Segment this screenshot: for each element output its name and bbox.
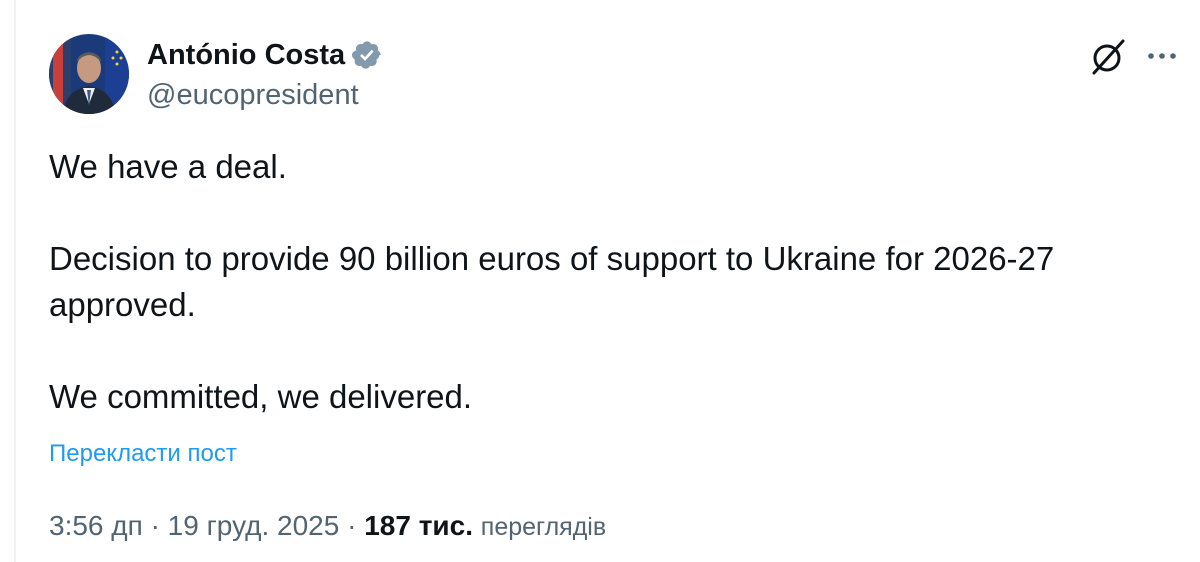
author-handle[interactable]: @eucopresident <box>147 76 359 114</box>
views-count: 187 тис. <box>364 510 473 541</box>
grok-icon[interactable] <box>1087 36 1129 78</box>
tweet-paragraph: We have a deal. <box>49 148 287 185</box>
tweet-date[interactable]: 19 груд. 2025 <box>168 510 340 541</box>
views-label: переглядів <box>480 513 607 541</box>
author-name-text[interactable]: António Costa <box>147 36 345 74</box>
tweet-time[interactable]: 3:56 дп <box>49 510 143 541</box>
tweet-meta: 3:56 дп · 19 груд. 2025 · 187 тис. перег… <box>49 508 606 545</box>
more-horizontal-icon[interactable] <box>1144 40 1180 76</box>
left-border <box>14 0 16 562</box>
meta-separator: · <box>150 510 160 541</box>
tweet-paragraph: Decision to provide 90 billion euros of … <box>49 240 1055 323</box>
author-name[interactable]: António Costa <box>147 36 383 74</box>
verified-badge-icon <box>352 41 381 69</box>
translate-post-link[interactable]: Перекласти пост <box>49 439 237 469</box>
meta-separator: · <box>347 510 357 541</box>
author-avatar[interactable] <box>49 34 129 114</box>
tweet-paragraph: We committed, we delivered. <box>49 378 473 415</box>
tweet-text: We have a deal. Decision to provide 90 b… <box>49 144 1169 420</box>
